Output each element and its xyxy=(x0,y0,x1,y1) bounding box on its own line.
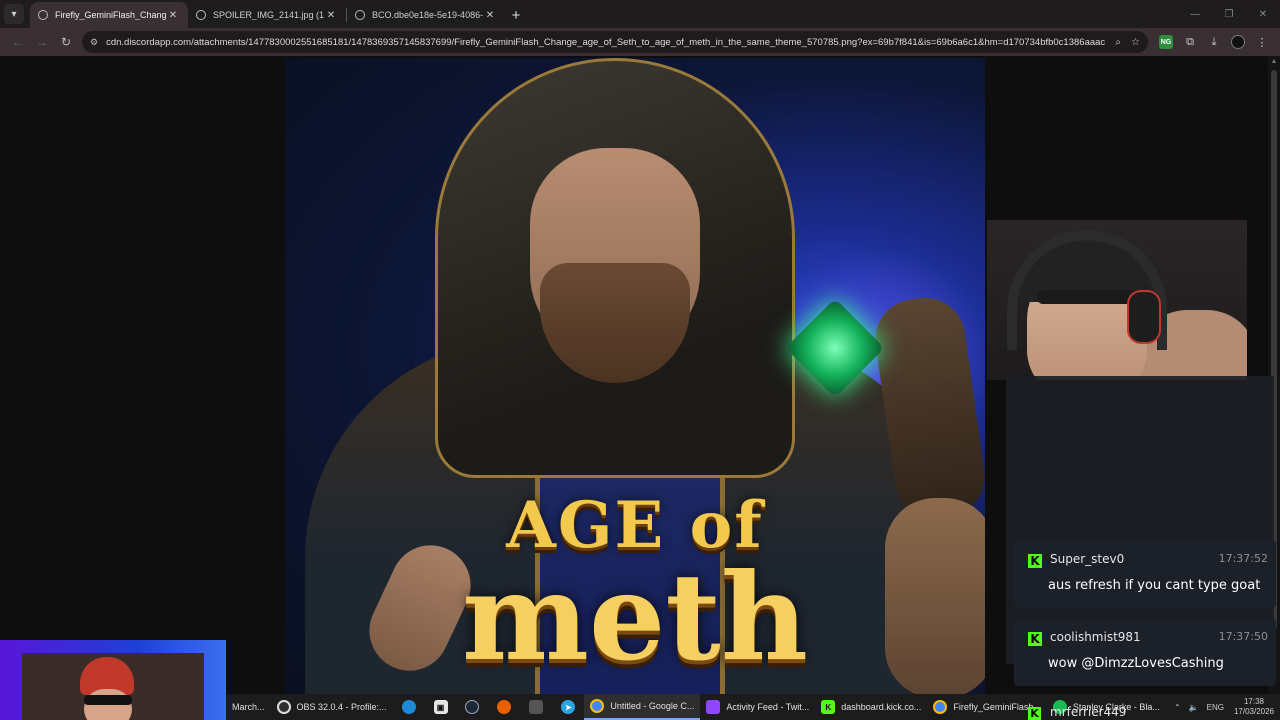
taskbar-label: dashboard.kick.co... xyxy=(841,702,922,712)
generated-image[interactable]: AGE of meth xyxy=(285,58,985,698)
taskbar-label: March... xyxy=(232,702,265,712)
chat-message: K coolishmist981 17:37:50 wow @DimzzLove… xyxy=(1014,618,1276,686)
firefox-icon xyxy=(497,700,512,714)
clock-date: 17/03/2026 xyxy=(1233,707,1274,716)
taskbar-label: Untitled - Google C... xyxy=(610,701,695,711)
extension-ng-button[interactable]: NG xyxy=(1154,30,1178,54)
taskbar-item-chrome-untitled[interactable]: Untitled - Google C... xyxy=(584,694,701,720)
taskbar-item-firefox[interactable] xyxy=(488,694,520,720)
taskbar-item-kick[interactable]: K dashboard.kick.co... xyxy=(815,694,927,720)
browser-toolbar: ← → ↻ ⚙ cdn.discordapp.com/attachments/1… xyxy=(0,28,1280,56)
steam-icon xyxy=(465,700,480,714)
window-controls: — ❐ ✕ xyxy=(1178,0,1280,28)
site-info-icon[interactable]: ⚙ xyxy=(90,37,98,48)
forward-button[interactable]: → xyxy=(30,30,54,54)
profile-avatar[interactable] xyxy=(1226,30,1250,54)
chevron-up-icon[interactable]: ⌃ xyxy=(1174,703,1181,712)
close-icon[interactable]: ✕ xyxy=(324,10,338,21)
new-tab-button[interactable]: + xyxy=(505,4,527,26)
taskbar-label: OBS 32.0.4 - Profile:... xyxy=(296,702,387,712)
bookmark-star-icon[interactable]: ☆ xyxy=(1131,37,1140,48)
secondary-webcam-feed xyxy=(22,653,204,720)
tab-firefly[interactable]: Firefly_GeminiFlash_Change_ag ✕ xyxy=(30,2,188,28)
elf-mask xyxy=(84,695,132,705)
kick-icon: K xyxy=(1028,632,1042,646)
close-icon[interactable]: ✕ xyxy=(166,10,180,21)
telegram-icon: ➤ xyxy=(561,700,576,714)
app-icon xyxy=(529,700,544,714)
chat-text: aus refresh if you cant type goat xyxy=(1048,578,1261,593)
kick-icon: K xyxy=(1028,707,1041,720)
chrome-icon xyxy=(933,700,948,714)
clock[interactable]: 17:38 17/03/2026 xyxy=(1234,697,1274,717)
twitch-icon xyxy=(706,700,721,714)
tab-search-button[interactable]: ▾ xyxy=(4,4,24,24)
kick-icon: K xyxy=(1028,554,1042,568)
taskbar-label: Activity Feed - Twit... xyxy=(726,702,810,712)
language-indicator[interactable]: ENG xyxy=(1207,703,1224,712)
headset-earcup xyxy=(1127,290,1161,344)
chat-username: Super_stev0 xyxy=(1050,552,1125,566)
chat-message: K Super_stev0 17:37:52 aus refresh if yo… xyxy=(1014,540,1276,608)
extensions-puzzle-icon[interactable]: ⧉ xyxy=(1178,30,1202,54)
terminal-icon: ▣ xyxy=(433,700,448,714)
chrome-icon xyxy=(590,699,605,713)
taskbar-item-edge[interactable] xyxy=(393,694,425,720)
scroll-up-icon[interactable]: ▲ xyxy=(1268,58,1280,65)
volume-icon[interactable]: 🔈 xyxy=(1189,703,1199,712)
globe-icon xyxy=(196,10,206,20)
screen: ▾ Firefly_GeminiFlash_Change_ag ✕ SPOILE… xyxy=(0,0,1280,720)
menu-kebab-icon[interactable]: ⋮ xyxy=(1250,30,1274,54)
address-bar[interactable]: ⚙ cdn.discordapp.com/attachments/1477830… xyxy=(82,31,1148,53)
secondary-webcam xyxy=(0,640,226,720)
avatar xyxy=(1231,35,1245,49)
taskbar-item-steam[interactable] xyxy=(457,694,489,720)
back-button[interactable]: ← xyxy=(6,30,30,54)
taskbar-item-app[interactable] xyxy=(520,694,552,720)
close-window-icon[interactable]: ✕ xyxy=(1246,9,1280,20)
reload-icon: ↻ xyxy=(60,35,72,49)
taskbar-item-twitch[interactable]: Activity Feed - Twit... xyxy=(700,694,815,720)
zoom-icon[interactable]: ⌕ xyxy=(1115,37,1121,48)
chat-username-partial: mrferrier449 xyxy=(1050,705,1127,719)
taskbar-item-telegram[interactable]: ➤ xyxy=(552,694,584,720)
close-icon[interactable]: ✕ xyxy=(483,10,497,21)
globe-icon xyxy=(355,10,365,20)
chat-timestamp: 17:37:52 xyxy=(1218,552,1268,565)
obs-icon xyxy=(276,700,291,714)
chat-text: wow @DimzzLovesCashing xyxy=(1048,656,1224,671)
restore-icon[interactable]: ❐ xyxy=(1212,9,1246,20)
arrow-left-icon: ← xyxy=(12,35,24,49)
tab-strip: ▾ Firefly_GeminiFlash_Change_ag ✕ SPOILE… xyxy=(0,0,1280,28)
url-text: cdn.discordapp.com/attachments/147783000… xyxy=(106,36,1106,48)
minimize-icon[interactable]: — xyxy=(1178,9,1212,20)
arrow-right-icon: → xyxy=(36,35,48,49)
edge-icon xyxy=(401,700,416,714)
chat-timestamp: 17:37:50 xyxy=(1218,630,1268,643)
tab-title: SPOILER_IMG_2141.jpg (1439× xyxy=(213,10,324,20)
extension-badge: NG xyxy=(1159,35,1173,49)
system-tray: ⌃ 🔈 ENG 17:38 17/03/2026 xyxy=(1166,694,1280,720)
chevron-down-icon: ▾ xyxy=(11,8,17,20)
tab-bco[interactable]: BCO.dbe0e18e-5e19-4086-9c0 ✕ xyxy=(347,2,505,28)
taskbar-item-terminal[interactable]: ▣ xyxy=(425,694,457,720)
tab-title: Firefly_GeminiFlash_Change_ag xyxy=(55,10,166,20)
reload-button[interactable]: ↻ xyxy=(54,30,78,54)
streamer-webcam xyxy=(987,220,1247,380)
clock-time: 17:38 xyxy=(1243,697,1264,706)
tab-spoiler[interactable]: SPOILER_IMG_2141.jpg (1439× ✕ xyxy=(188,2,346,28)
download-icon[interactable]: ⤓ xyxy=(1202,30,1226,54)
tab-title: BCO.dbe0e18e-5e19-4086-9c0 xyxy=(372,10,483,20)
right-hand xyxy=(885,498,985,698)
chat-username: coolishmist981 xyxy=(1050,630,1141,644)
taskbar-item-obs[interactable]: OBS 32.0.4 - Profile:... xyxy=(271,694,393,720)
globe-icon xyxy=(38,10,48,20)
kick-icon: K xyxy=(821,700,836,714)
taskbar-item-march[interactable]: March... xyxy=(226,694,271,720)
